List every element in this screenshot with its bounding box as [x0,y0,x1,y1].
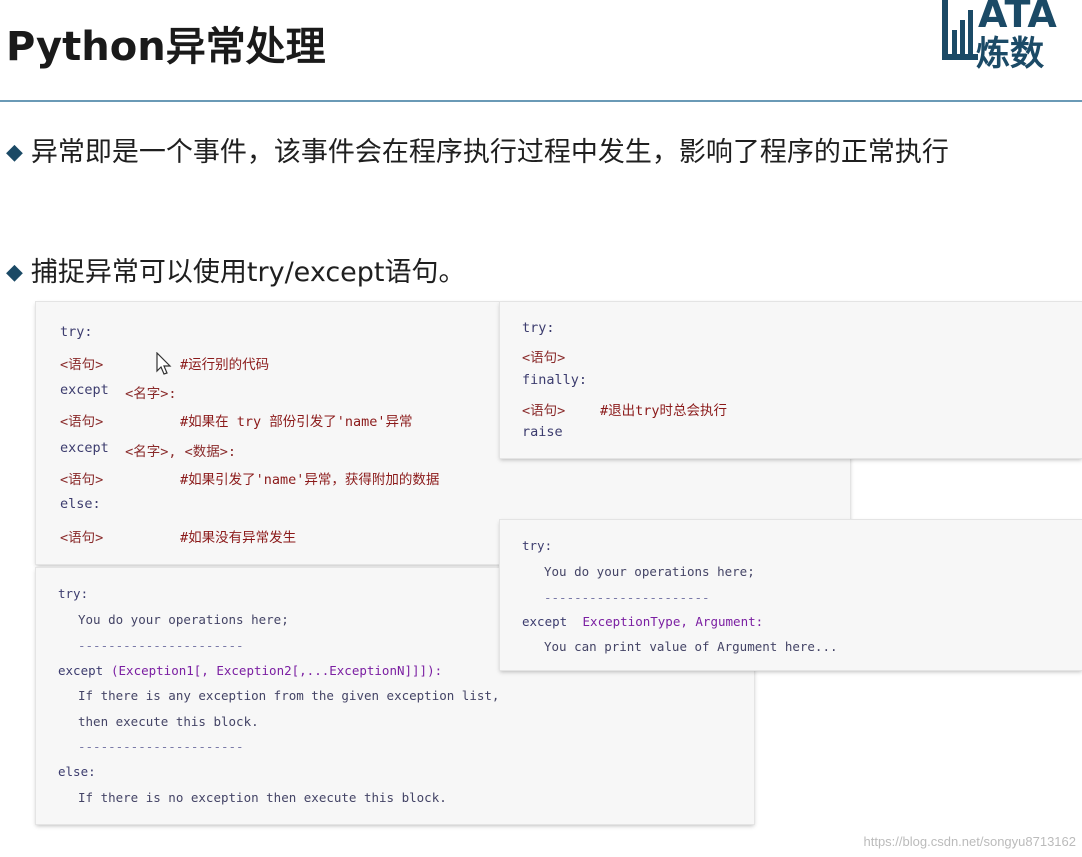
logo-bars-icon [942,0,978,60]
code-comment: #如果没有异常发生 [180,530,297,546]
code-line: try: [522,538,553,553]
code-comment: #退出try时总会执行 [600,403,728,419]
code-line: except [522,614,568,629]
code-line: You do your operations here; [78,612,289,627]
mouse-cursor-icon [156,352,172,375]
code-line: <语句> [522,403,566,419]
code-line: raise [522,424,563,440]
watermark: https://blog.csdn.net/songyu8713162 [863,834,1077,849]
diamond-bullet-icon: ◆ [6,260,23,285]
code-line: else: [58,764,96,779]
code-line: <语句> [60,357,104,373]
code-line: ExceptionType, Argument: [575,614,764,629]
code-line: <语句> [60,414,104,430]
bullet-1: ◆ 异常即是一个事件，该事件会在程序执行过程中发生，影响了程序的正常执行 [6,130,949,169]
code-comment: #如果引发了'name'异常，获得附加的数据 [180,472,440,488]
code-separator: ---------------------- [78,638,244,653]
code-line: except [60,440,109,456]
code-line: <语句> [60,472,104,488]
bullet-2-text: 捕捉异常可以使用try/except语句。 [30,257,466,288]
code-box-except-argument: try: You do your operations here; ------… [500,520,1082,670]
code-line: try: [60,324,93,340]
code-line: try: [522,320,555,336]
code-line: then execute this block. [78,714,259,729]
code-separator: ---------------------- [544,590,710,605]
bullet-2: ◆ 捕捉异常可以使用try/except语句。 [6,250,466,289]
code-line: <名字>, <数据>: [117,444,237,460]
title-divider [0,100,1082,102]
diamond-bullet-icon: ◆ [6,140,23,165]
code-line: You do your operations here; [544,564,755,579]
page-title: Python异常处理 [6,24,326,70]
bullet-1-text: 异常即是一个事件，该事件会在程序执行过程中发生，影响了程序的正常执行 [30,137,949,168]
code-line: <名字>: [117,386,177,402]
code-line: except [58,663,104,678]
code-line: You can print value of Argument here... [544,639,838,654]
code-line: <语句> [60,530,104,546]
code-line: try: [58,586,89,601]
code-separator: ---------------------- [78,739,244,754]
code-line: (Exception1[, Exception2[,...ExceptionN]… [111,663,443,678]
logo: ATA 炼数 [940,0,1082,74]
code-comment: #如果在 try 部份引发了'name'异常 [180,414,413,430]
code-comment: #运行别的代码 [180,357,270,373]
code-line: finally: [522,372,588,388]
code-line: <语句> [522,350,566,366]
code-line: If there is no exception then execute th… [78,790,447,805]
logo-text-cn: 炼数 [976,34,1044,74]
code-box-try-finally: try: <语句> finally: <语句> #退出try时总会执行 rais… [500,302,1082,458]
code-line: If there is any exception from the given… [78,688,500,703]
code-line: else: [60,496,101,512]
code-line: except [60,382,109,398]
